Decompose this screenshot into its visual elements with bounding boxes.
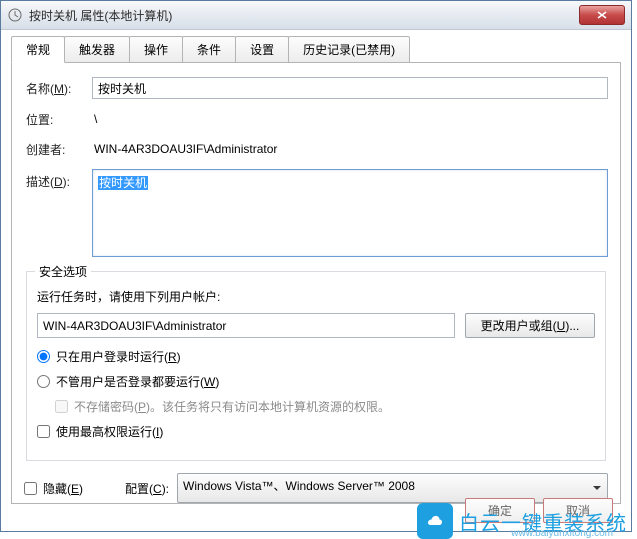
tab-history[interactable]: 历史记录(已禁用)	[288, 36, 410, 63]
no-store-pwd-label: 不存储密码(P)。该任务将只有访问本地计算机资源的权限。	[74, 398, 390, 415]
titlebar: 按时关机 属性(本地计算机)	[1, 1, 631, 30]
ok-button[interactable]: 确定	[465, 498, 535, 523]
hidden-row[interactable]: 隐藏(E)	[24, 480, 83, 497]
radio-any[interactable]	[37, 375, 50, 388]
tab-settings[interactable]: 设置	[235, 36, 289, 63]
security-prompt: 运行任务时，请使用下列用户帐户:	[37, 288, 595, 305]
highest-priv-checkbox[interactable]	[37, 425, 50, 438]
radio-any-row[interactable]: 不管用户是否登录都要运行(W)	[37, 373, 595, 390]
config-value: Windows Vista™、Windows Server™ 2008	[183, 479, 415, 493]
chevron-down-icon	[593, 486, 601, 490]
hidden-label: 隐藏(E)	[43, 480, 83, 497]
location-label: 位置:	[24, 111, 92, 128]
cancel-button[interactable]: 取消	[543, 498, 613, 523]
no-store-pwd-row: 不存储密码(P)。该任务将只有访问本地计算机资源的权限。	[55, 398, 595, 415]
security-legend: 安全选项	[35, 263, 91, 280]
no-store-pwd-checkbox	[55, 400, 68, 413]
description-input[interactable]: 按时关机	[92, 169, 608, 257]
highest-priv-row[interactable]: 使用最高权限运行(I)	[37, 423, 595, 440]
tab-actions[interactable]: 操作	[129, 36, 183, 63]
close-button[interactable]	[579, 5, 625, 25]
watermark-url: www.baiyunxitong.com	[511, 528, 613, 539]
radio-logged-on-label: 只在用户登录时运行(R)	[56, 348, 181, 365]
name-input[interactable]	[92, 77, 608, 99]
security-options-group: 安全选项 运行任务时，请使用下列用户帐户: 更改用户或组(U)... 只在用户登…	[26, 271, 606, 461]
highest-priv-label: 使用最高权限运行(I)	[56, 423, 163, 440]
account-field	[37, 313, 455, 338]
creator-value: WIN-4AR3DOAU3IF\Administrator	[92, 139, 277, 159]
tab-triggers[interactable]: 触发器	[64, 36, 130, 63]
close-icon	[597, 11, 607, 19]
change-user-button[interactable]: 更改用户或组(U)...	[465, 313, 595, 338]
description-label: 描述(D):	[24, 169, 92, 190]
window-title: 按时关机 属性(本地计算机)	[29, 7, 579, 24]
tab-general[interactable]: 常规	[11, 36, 65, 63]
radio-any-label: 不管用户是否登录都要运行(W)	[56, 373, 219, 390]
creator-label: 创建者:	[24, 141, 92, 158]
radio-logged-on[interactable]	[37, 350, 50, 363]
hidden-checkbox[interactable]	[24, 482, 37, 495]
tab-panel-general: 名称(M): 位置: \ 创建者: WIN-4AR3DOAU3IF\Admini…	[11, 62, 621, 504]
location-value: \	[92, 109, 97, 129]
config-label: 配置(C):	[125, 480, 169, 497]
tab-conditions[interactable]: 条件	[182, 36, 236, 63]
clock-icon	[7, 7, 23, 23]
name-label: 名称(M):	[24, 80, 92, 97]
radio-logged-on-row[interactable]: 只在用户登录时运行(R)	[37, 348, 595, 365]
tab-strip: 常规 触发器 操作 条件 设置 历史记录(已禁用)	[11, 36, 621, 63]
